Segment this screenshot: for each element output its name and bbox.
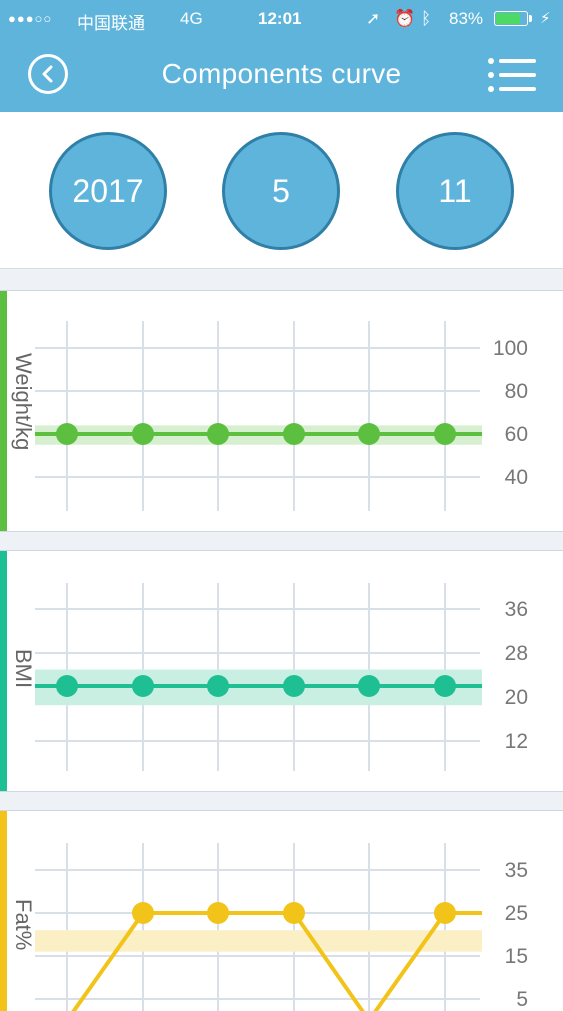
weight-data-point <box>434 423 456 445</box>
fat-normal-range-band <box>35 930 482 952</box>
carrier-name: 中国联通 <box>77 14 145 33</box>
fat-tick-label: 25 <box>505 902 528 925</box>
month-selector[interactable]: 5 <box>222 132 340 250</box>
day-selector[interactable]: 11 <box>396 132 514 250</box>
bmi-chart[interactable]: 36 28 20 12 <box>0 551 563 791</box>
status-bar: ●●●○○ 中国联通 4G 12:01 ➚ ⏰ ᛒ 83% ⚡ <box>0 0 563 38</box>
weight-data-point <box>132 423 154 445</box>
fat-data-point <box>132 902 154 924</box>
weight-tick-label: 100 <box>493 337 528 360</box>
battery-percent: 83% <box>449 9 484 28</box>
clock-time: 12:01 <box>258 9 302 28</box>
bmi-data-point <box>132 675 154 697</box>
network-type: 4G <box>180 9 203 28</box>
weight-chart-card: Weight/kg 100 80 60 40 <box>0 290 563 532</box>
section-divider <box>0 268 563 291</box>
weight-data-point <box>358 423 380 445</box>
year-selector[interactable]: 2017 <box>49 132 167 250</box>
weight-data-point <box>56 423 78 445</box>
fat-data-point <box>283 902 305 924</box>
bmi-data-point <box>56 675 78 697</box>
weight-tick-label: 80 <box>505 380 528 403</box>
menu-button[interactable] <box>486 56 538 94</box>
weight-tick-label: 60 <box>505 423 528 446</box>
bmi-data-point <box>283 675 305 697</box>
bmi-tick-label: 20 <box>505 686 528 709</box>
fat-series-line <box>71 911 482 1011</box>
charging-bolt-icon: ⚡ <box>540 10 551 27</box>
navigation-bar: Components curve <box>0 38 563 112</box>
fat-tick-label: 35 <box>505 859 528 882</box>
weight-tick-label: 40 <box>505 466 528 489</box>
bmi-data-point <box>434 675 456 697</box>
bmi-tick-label: 36 <box>505 598 528 621</box>
weight-chart[interactable]: 100 80 60 40 <box>0 291 563 531</box>
bmi-tick-label: 28 <box>505 642 528 665</box>
weight-data-point <box>283 423 305 445</box>
fat-data-point <box>207 902 229 924</box>
list-menu-icon <box>488 58 536 92</box>
signal-strength-icon: ●●●○○ <box>8 11 53 26</box>
fat-chart[interactable]: 3525155 <box>0 811 563 1011</box>
fat-chart-card: Fat% 35 25 15 5 <box>0 810 563 1011</box>
fat-tick-label: 15 <box>505 945 528 968</box>
date-selector: 2017 5 11 <box>0 112 563 268</box>
location-arrow-icon: ➚ <box>366 9 381 28</box>
fat-data-point <box>434 902 456 924</box>
bmi-data-point <box>207 675 229 697</box>
alarm-clock-icon: ⏰ <box>394 9 416 28</box>
battery-level-fill <box>496 13 521 24</box>
bmi-data-point <box>358 675 380 697</box>
weight-data-point <box>207 423 229 445</box>
page-title: Components curve <box>161 58 402 89</box>
battery-icon <box>494 11 528 26</box>
battery-tip <box>529 15 532 22</box>
bluetooth-icon: ᛒ <box>421 9 432 28</box>
bmi-chart-card: BMI 36 28 20 12 <box>0 550 563 792</box>
bmi-tick-label: 12 <box>505 730 528 753</box>
